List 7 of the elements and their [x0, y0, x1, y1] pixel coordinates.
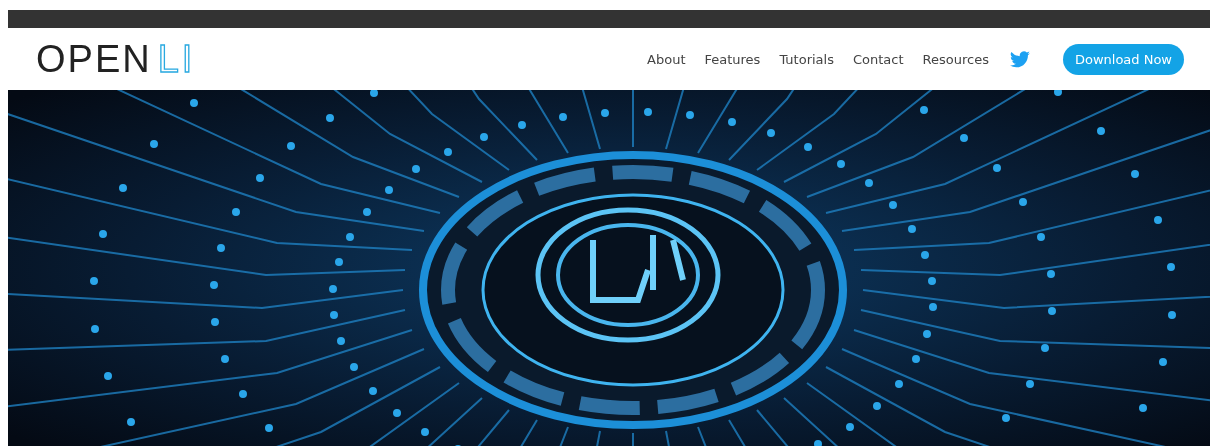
nav-link[interactable]: Resources	[922, 51, 989, 67]
nav-link[interactable]: Features	[704, 51, 761, 67]
nav-link[interactable]: Tutorials	[779, 51, 834, 67]
bird-icon[interactable]	[1009, 50, 1030, 68]
nav-link[interactable]: About	[647, 51, 686, 67]
logo-text[interactable]: OPEN	[36, 37, 152, 81]
nav-link[interactable]: Contact	[852, 51, 904, 67]
